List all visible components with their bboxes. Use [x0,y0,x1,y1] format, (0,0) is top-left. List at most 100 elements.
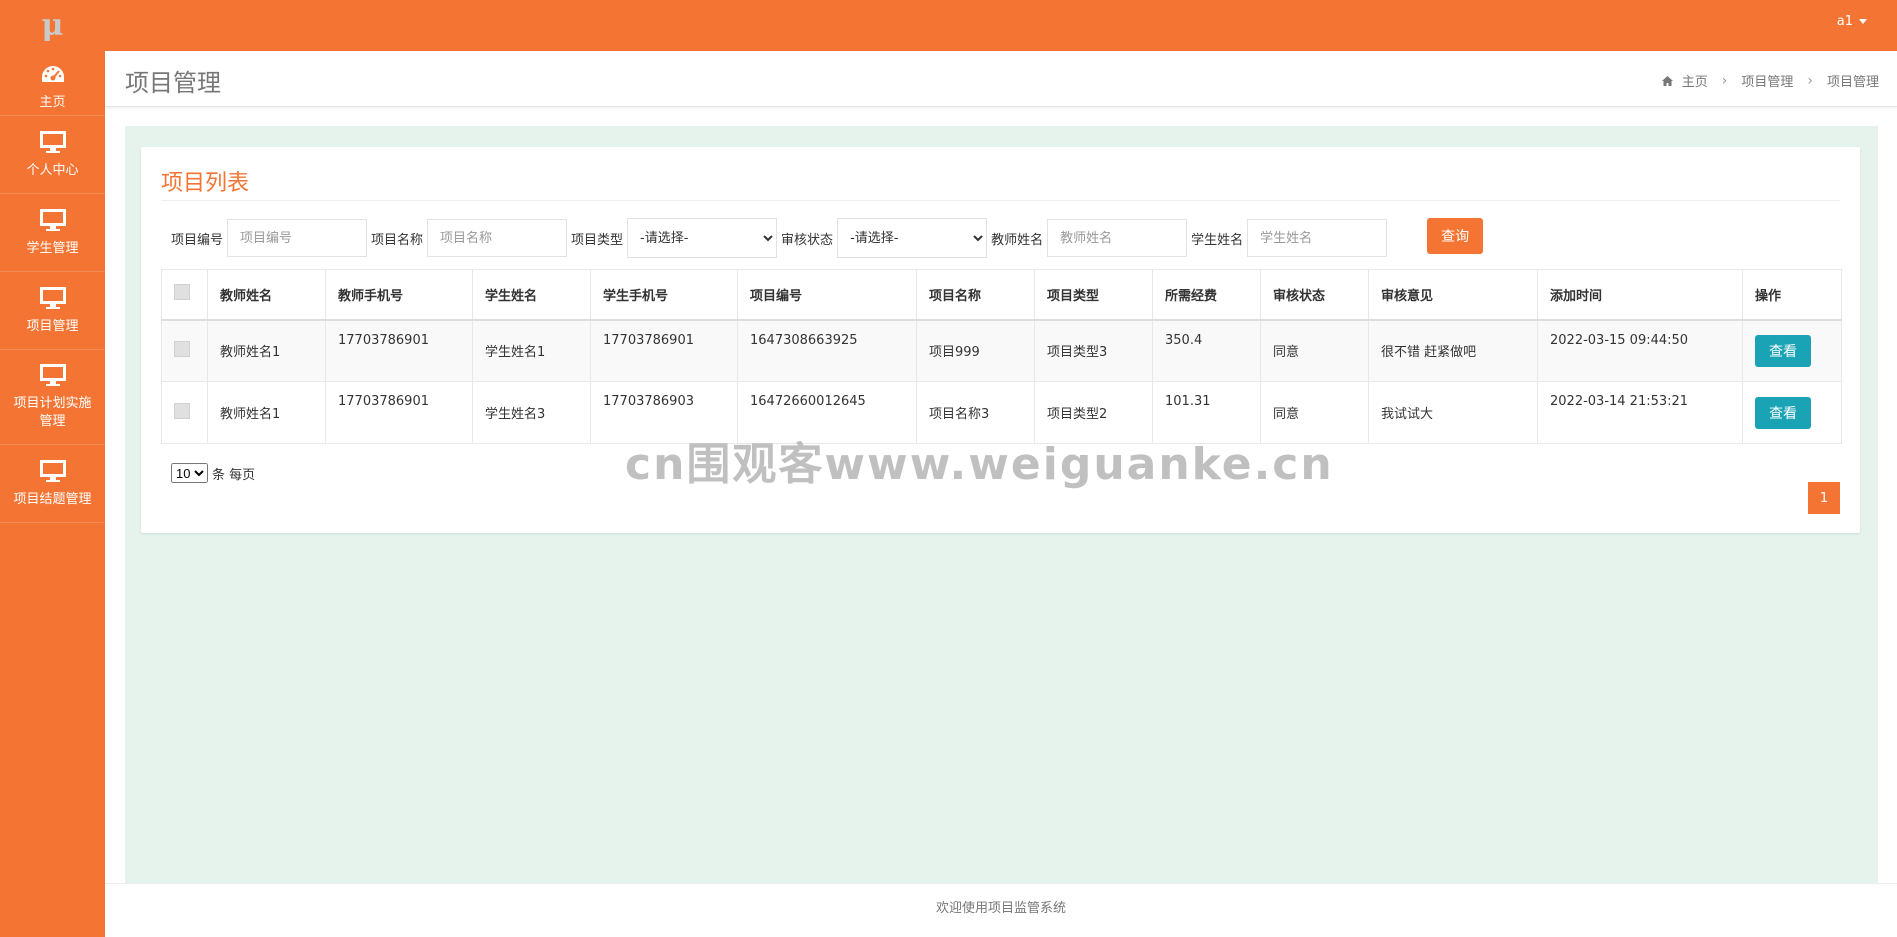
monitor-icon [39,208,66,231]
query-button[interactable]: 查询 [1427,218,1484,254]
teacher-name-cell: 教师姓名1 [207,381,326,444]
project-name-cell: 项目999 [916,319,1035,382]
sidebar-item-label: 个人中心 [26,162,79,178]
audit-status-label: 审核状态 [781,232,834,248]
sidebar-item-label: 项目计划实施管理 [13,396,92,429]
project-table-wrapper: 教师姓名 教师手机号 学生姓名 学生手机号 项目编号 项目名称 项目类型 所需经… [161,269,1842,444]
status-cell: 同意 [1260,319,1369,382]
column-header[interactable]: 添加时间 [1537,269,1743,321]
app-logo[interactable]: μ [0,0,105,51]
row-checkbox[interactable] [174,340,190,357]
project-list-panel: 项目列表 项目编号 项目名称 项目类型 -请选择- 审核状态 -请选择- 教师姓… [141,147,1860,533]
user-name: a1 [1836,14,1853,29]
caret-down-icon [1859,19,1867,24]
project-type-select[interactable]: -请选择- [627,218,778,258]
monitor-icon [39,286,66,309]
project-no-cell: 1647308663925 [737,319,917,382]
project-name-cell: 项目名称3 [916,381,1035,444]
page-title: 项目管理 [125,69,221,97]
sidebar: 主页 个人中心 学生管理 项目管理 项目计划实施管理 项目结题管理 [0,51,105,937]
status-cell: 同意 [1260,381,1369,444]
student-name-input[interactable] [1247,219,1388,257]
sidebar-item-project-plan[interactable]: 项目计划实施管理 [0,350,105,445]
action-cell: 查看 [1742,319,1842,382]
column-header[interactable]: 教师姓名 [207,269,326,321]
select-all-cell [161,269,208,321]
sidebar-item-label: 学生管理 [26,240,79,256]
sidebar-item-label: 项目结题管理 [13,491,92,507]
student-phone-cell: 17703786901 [590,319,738,382]
table-row: 教师姓名1 17703786901 学生姓名3 17703786903 1647… [161,381,1842,444]
view-button[interactable]: 查看 [1755,396,1811,429]
project-table: 教师姓名 教师手机号 学生姓名 学生手机号 项目编号 项目名称 项目类型 所需经… [161,269,1842,444]
page-size-label: 条 每页 [212,467,256,483]
student-name-label: 学生姓名 [1191,232,1244,248]
project-name-label: 项目名称 [371,232,424,248]
breadcrumb-item[interactable]: 项目管理 [1741,71,1793,90]
project-type-cell: 项目类型2 [1034,381,1153,444]
breadcrumb-home[interactable]: 主页 [1682,71,1708,90]
fund-cell: 101.31 [1152,381,1261,444]
student-name-cell: 学生姓名1 [472,319,591,382]
row-checkbox[interactable] [174,402,190,419]
column-header[interactable]: 项目名称 [916,269,1035,321]
column-header[interactable]: 所需经费 [1152,269,1261,321]
project-type-label: 项目类型 [571,232,624,248]
row-select-cell [161,381,208,444]
sidebar-item-project-management[interactable]: 项目管理 [0,272,105,350]
opinion-cell: 很不错 赶紧做吧 [1368,319,1538,382]
action-cell: 查看 [1742,381,1842,444]
chevron-right-icon: › [1721,72,1728,89]
project-no-input[interactable] [227,219,368,257]
student-phone-cell: 17703786903 [590,381,738,444]
search-form: 项目编号 项目名称 项目类型 -请选择- 审核状态 -请选择- 教师姓名 学生姓… [171,218,1484,258]
chevron-right-icon: › [1807,72,1813,89]
sidebar-item-personal-center[interactable]: 个人中心 [0,116,105,194]
page-size-control: 10 条 每页 [171,463,255,483]
monitor-icon [39,130,66,153]
page-size-select[interactable]: 10 [171,463,208,483]
column-header[interactable]: 项目编号 [737,269,917,321]
sidebar-item-student-management[interactable]: 学生管理 [0,194,105,272]
page-button-current[interactable]: 1 [1808,482,1840,514]
audit-status-select[interactable]: -请选择- [837,218,988,258]
sidebar-item-project-closing[interactable]: 项目结题管理 [0,445,105,523]
column-header[interactable]: 项目类型 [1034,269,1153,321]
column-header[interactable]: 审核状态 [1260,269,1369,321]
added-time-cell: 2022-03-14 21:53:21 [1537,381,1743,444]
teacher-phone-cell: 17703786901 [325,319,473,382]
teacher-phone-cell: 17703786901 [325,381,473,444]
monitor-icon [39,364,66,386]
user-menu[interactable]: a1 [1837,14,1867,29]
breadcrumb: 主页 › 项目管理 › 项目管理 [1661,71,1879,90]
row-select-cell [161,319,208,382]
page-header: 项目管理 主页 › 项目管理 › 项目管理 [105,51,1897,107]
project-no-label: 项目编号 [171,232,224,248]
sidebar-item-home[interactable]: 主页 [0,51,105,116]
sidebar-item-label: 主页 [39,95,66,110]
column-header[interactable]: 教师手机号 [325,269,473,321]
column-header[interactable]: 审核意见 [1368,269,1538,321]
table-row: 教师姓名1 17703786901 学生姓名1 17703786901 1647… [161,319,1842,382]
student-name-cell: 学生姓名3 [472,381,591,444]
column-header[interactable]: 学生姓名 [472,269,591,321]
table-header-row: 教师姓名 教师手机号 学生姓名 学生手机号 项目编号 项目名称 项目类型 所需经… [161,269,1842,321]
project-no-cell: 16472660012645 [737,381,917,444]
opinion-cell: 我试试大 [1368,381,1538,444]
teacher-name-cell: 教师姓名1 [207,319,326,382]
fund-cell: 350.4 [1152,319,1261,382]
teacher-name-input[interactable] [1047,219,1188,257]
footer: 欢迎使用项目监管系统 [105,883,1897,937]
top-navbar: μ a1 [0,0,1897,51]
column-header[interactable]: 学生手机号 [590,269,738,321]
select-all-checkbox[interactable] [174,284,190,301]
view-button[interactable]: 查看 [1755,334,1811,367]
column-header: 操作 [1742,269,1842,321]
added-time-cell: 2022-03-15 09:44:50 [1537,319,1743,382]
teacher-name-label: 教师姓名 [991,232,1044,248]
monitor-icon [39,459,66,482]
content-area: 项目列表 项目编号 项目名称 项目类型 -请选择- 审核状态 -请选择- 教师姓… [125,126,1878,883]
panel-title: 项目列表 [161,171,250,196]
project-name-input[interactable] [427,219,568,257]
breadcrumb-current: 项目管理 [1826,75,1879,90]
